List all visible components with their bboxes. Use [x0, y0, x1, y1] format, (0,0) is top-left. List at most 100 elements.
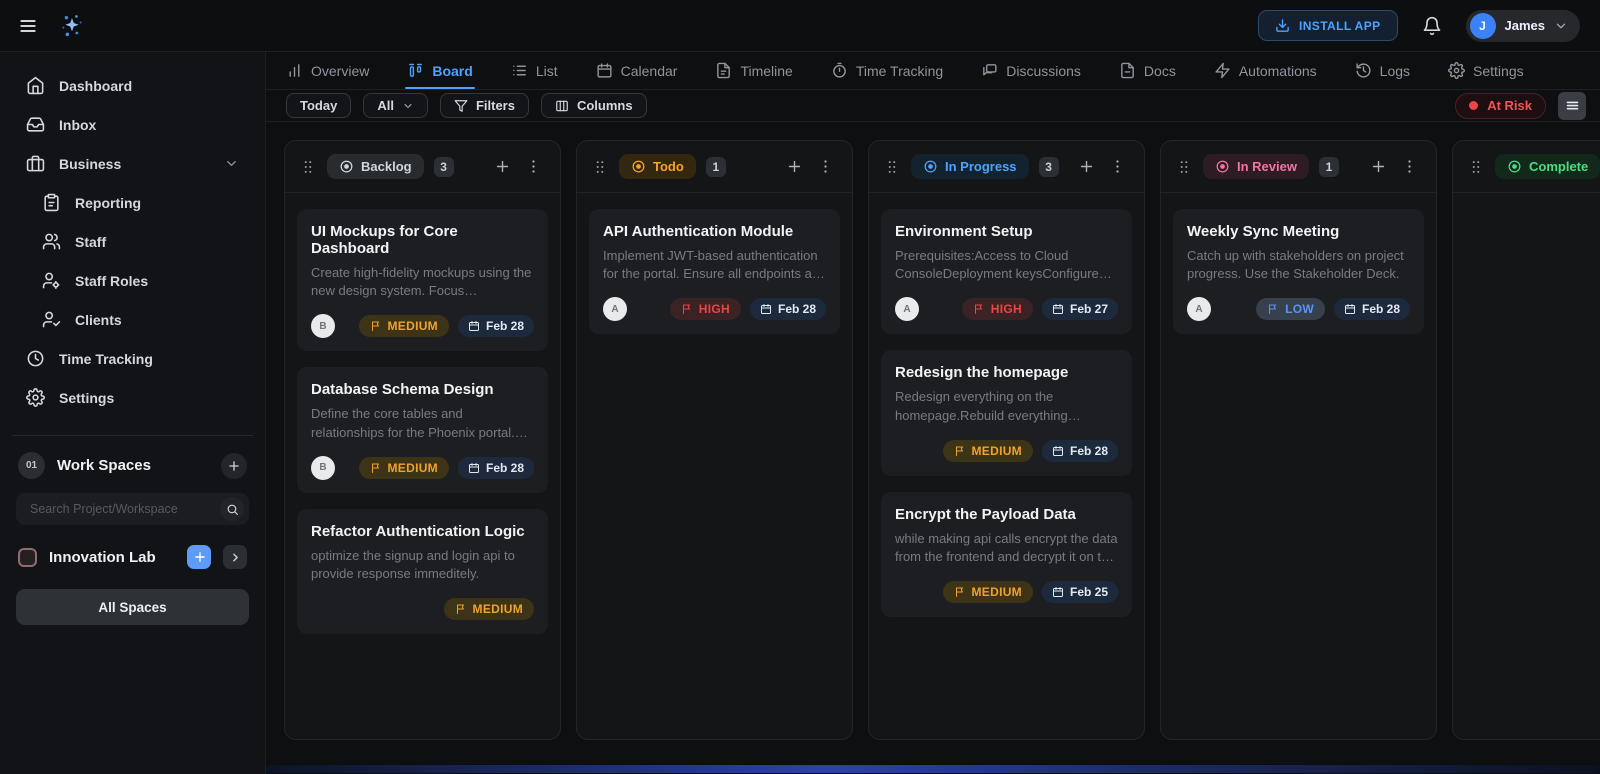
- tab-board[interactable]: Board: [407, 52, 472, 89]
- calendar-icon: [468, 462, 480, 474]
- drag-handle-icon[interactable]: [1467, 158, 1485, 176]
- card-count-badge: 3: [434, 157, 454, 177]
- sidebar-divider: [12, 435, 253, 436]
- sidebar-item-business[interactable]: Business: [16, 144, 249, 183]
- chevron-down-icon: [1554, 19, 1568, 33]
- column-options-button[interactable]: [813, 154, 838, 179]
- add-card-button[interactable]: [1074, 154, 1099, 179]
- drag-handle-icon[interactable]: [883, 158, 901, 176]
- inbox-icon: [26, 115, 45, 134]
- card-description: Implement JWT-based authentication for t…: [603, 247, 826, 283]
- task-card[interactable]: API Authentication Module Implement JWT-…: [589, 209, 840, 334]
- install-app-button[interactable]: INSTALL APP: [1258, 10, 1398, 41]
- sidebar-toggle-button[interactable]: [14, 12, 42, 40]
- all-spaces-button[interactable]: All Spaces: [16, 589, 249, 625]
- task-card[interactable]: Refactor Authentication Logic optimize t…: [297, 509, 548, 634]
- priority-badge: MEDIUM: [444, 598, 534, 620]
- staff-icon: [42, 232, 61, 251]
- drag-handle-icon[interactable]: [591, 158, 609, 176]
- filter-bar: Today All Filters Columns At Risk: [266, 90, 1600, 122]
- sidebar-item-clients[interactable]: Clients: [16, 300, 249, 339]
- add-card-button[interactable]: [782, 154, 807, 179]
- card-title: API Authentication Module: [603, 223, 826, 240]
- expand-workspace-button[interactable]: [223, 545, 247, 569]
- due-date-badge: Feb 28: [1042, 440, 1118, 462]
- drag-handle-icon[interactable]: [299, 158, 317, 176]
- due-date-badge: Feb 28: [458, 457, 534, 479]
- filters-button[interactable]: Filters: [440, 93, 529, 118]
- tab-timeline[interactable]: Timeline: [715, 52, 792, 89]
- add-card-button[interactable]: [490, 154, 515, 179]
- sidebar-item-time-tracking[interactable]: Time Tracking: [16, 339, 249, 378]
- search-icon[interactable]: [220, 497, 244, 521]
- all-filter-dropdown[interactable]: All: [363, 93, 428, 118]
- add-project-button[interactable]: [187, 545, 211, 569]
- horizontal-scrollbar[interactable]: [266, 764, 1600, 774]
- task-card[interactable]: Database Schema Design Define the core t…: [297, 367, 548, 492]
- due-date-badge: Feb 28: [458, 315, 534, 337]
- hamburger-menu-icon: [18, 16, 38, 36]
- plus-icon: [786, 158, 803, 175]
- column-options-button[interactable]: [1397, 154, 1422, 179]
- app-logo-icon: [58, 12, 86, 40]
- column-options-button[interactable]: [1105, 154, 1130, 179]
- workspace-search-input[interactable]: [28, 501, 220, 517]
- board-icon: [407, 62, 424, 79]
- card-count-badge: 3: [1039, 157, 1059, 177]
- sidebar-item-staff-roles[interactable]: Staff Roles: [16, 261, 249, 300]
- priority-badge: MEDIUM: [943, 440, 1033, 462]
- card-list: API Authentication Module Implement JWT-…: [577, 193, 852, 350]
- status-pill-complete[interactable]: Complete: [1495, 154, 1600, 179]
- at-risk-badge[interactable]: At Risk: [1455, 93, 1546, 119]
- tab-discussions[interactable]: Discussions: [981, 52, 1081, 89]
- main-content: Overview Board List Calendar Timeline Time Tr…: [266, 52, 1600, 774]
- workspace-item-innovation-lab[interactable]: Innovation Lab: [16, 543, 249, 571]
- flag-icon: [370, 462, 382, 474]
- tab-settings[interactable]: Settings: [1448, 52, 1524, 89]
- tab-docs[interactable]: Docs: [1119, 52, 1176, 89]
- column-header: In Review 1: [1161, 141, 1436, 193]
- tab-calendar[interactable]: Calendar: [596, 52, 678, 89]
- flag-icon: [370, 320, 382, 332]
- status-disc-icon: [339, 159, 354, 174]
- columns-button[interactable]: Columns: [541, 93, 647, 118]
- task-card[interactable]: UI Mockups for Core Dashboard Create hig…: [297, 209, 548, 351]
- flag-icon: [954, 586, 966, 598]
- due-date-badge: Feb 27: [1042, 298, 1118, 320]
- card-description: Catch up with stakeholders on project pr…: [1187, 247, 1410, 283]
- sidebar-item-reporting[interactable]: Reporting: [16, 183, 249, 222]
- status-pill-in-review[interactable]: In Review: [1203, 154, 1309, 179]
- sidebar-item-dashboard[interactable]: Dashboard: [16, 66, 249, 105]
- column-options-button[interactable]: [521, 154, 546, 179]
- flag-icon: [954, 445, 966, 457]
- task-card[interactable]: Encrypt the Payload Data while making ap…: [881, 492, 1132, 617]
- assignee-avatar: A: [895, 297, 919, 321]
- status-pill-in-progress[interactable]: In Progress: [911, 154, 1029, 179]
- tab-list[interactable]: List: [511, 52, 558, 89]
- chevron-down-icon: [224, 156, 239, 171]
- status-pill-backlog[interactable]: Backlog: [327, 154, 424, 179]
- board-menu-button[interactable]: [1558, 92, 1586, 120]
- tab-overview[interactable]: Overview: [286, 52, 369, 89]
- task-card[interactable]: Weekly Sync Meeting Catch up with stakeh…: [1173, 209, 1424, 334]
- drag-handle-icon[interactable]: [1175, 158, 1193, 176]
- task-card[interactable]: Environment Setup Prerequisites:Access t…: [881, 209, 1132, 334]
- card-footer: ALOWFeb 28: [1187, 297, 1410, 321]
- notifications-button[interactable]: [1418, 12, 1446, 40]
- sidebar-item-staff[interactable]: Staff: [16, 222, 249, 261]
- add-card-button[interactable]: [1366, 154, 1391, 179]
- add-workspace-button[interactable]: [221, 453, 247, 479]
- sidebar-item-settings[interactable]: Settings: [16, 378, 249, 417]
- today-filter-button[interactable]: Today: [286, 93, 351, 118]
- user-menu[interactable]: J James: [1466, 10, 1580, 42]
- tab-logs[interactable]: Logs: [1355, 52, 1410, 89]
- tab-automations[interactable]: Automations: [1214, 52, 1317, 89]
- chevron-down-icon[interactable]: [224, 156, 239, 171]
- column-header: In Progress 3: [869, 141, 1144, 193]
- sidebar-item-inbox[interactable]: Inbox: [16, 105, 249, 144]
- status-pill-todo[interactable]: Todo: [619, 154, 696, 179]
- scrollbar-thumb[interactable]: [266, 765, 1600, 773]
- tab-time-tracking[interactable]: Time Tracking: [831, 52, 943, 89]
- card-footer: MEDIUMFeb 25: [895, 580, 1118, 604]
- task-card[interactable]: Redesign the homepage Redesign everythin…: [881, 350, 1132, 475]
